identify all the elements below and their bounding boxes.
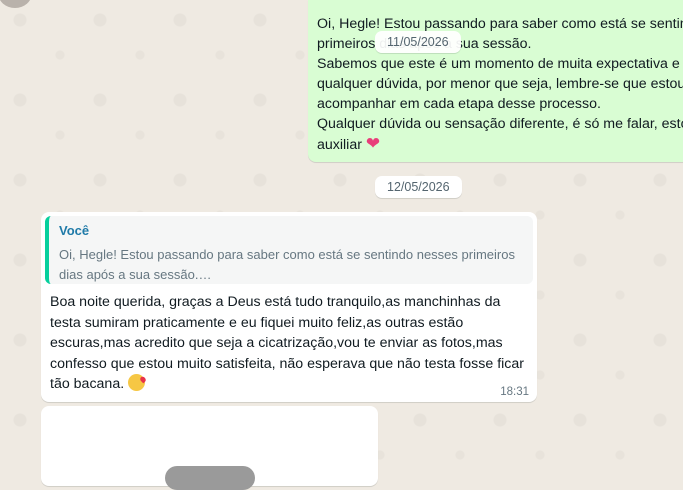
quote-text: Oi, Hegle! Estou passando para saber com… [59,247,515,282]
date-chip-second: 12/05/2026 [375,176,462,198]
incoming-message-bubble[interactable]: Você Oi, Hegle! Estou passando para sabe… [41,212,537,402]
heart-emoji-icon: ❤ [365,134,381,153]
quoted-message[interactable]: Você Oi, Hegle! Estou passando para sabe… [45,216,533,284]
contact-avatar[interactable] [0,0,32,8]
message-timestamp: 18:31 [500,386,529,398]
quote-author: Você [59,223,90,238]
face-blowing-kiss-icon [128,374,146,391]
outgoing-message-text: Oi, Hegle! Estou passando para saber com… [317,16,683,153]
media-download-button[interactable] [165,466,255,490]
date-chip-first: 11/05/2026 [375,31,461,53]
outgoing-message-bubble[interactable]: Oi, Hegle! Estou passando para saber com… [308,0,683,162]
incoming-message-text: Boa noite querida, graças a Deus está tu… [50,294,524,392]
incoming-media-bubble[interactable] [41,406,378,490]
